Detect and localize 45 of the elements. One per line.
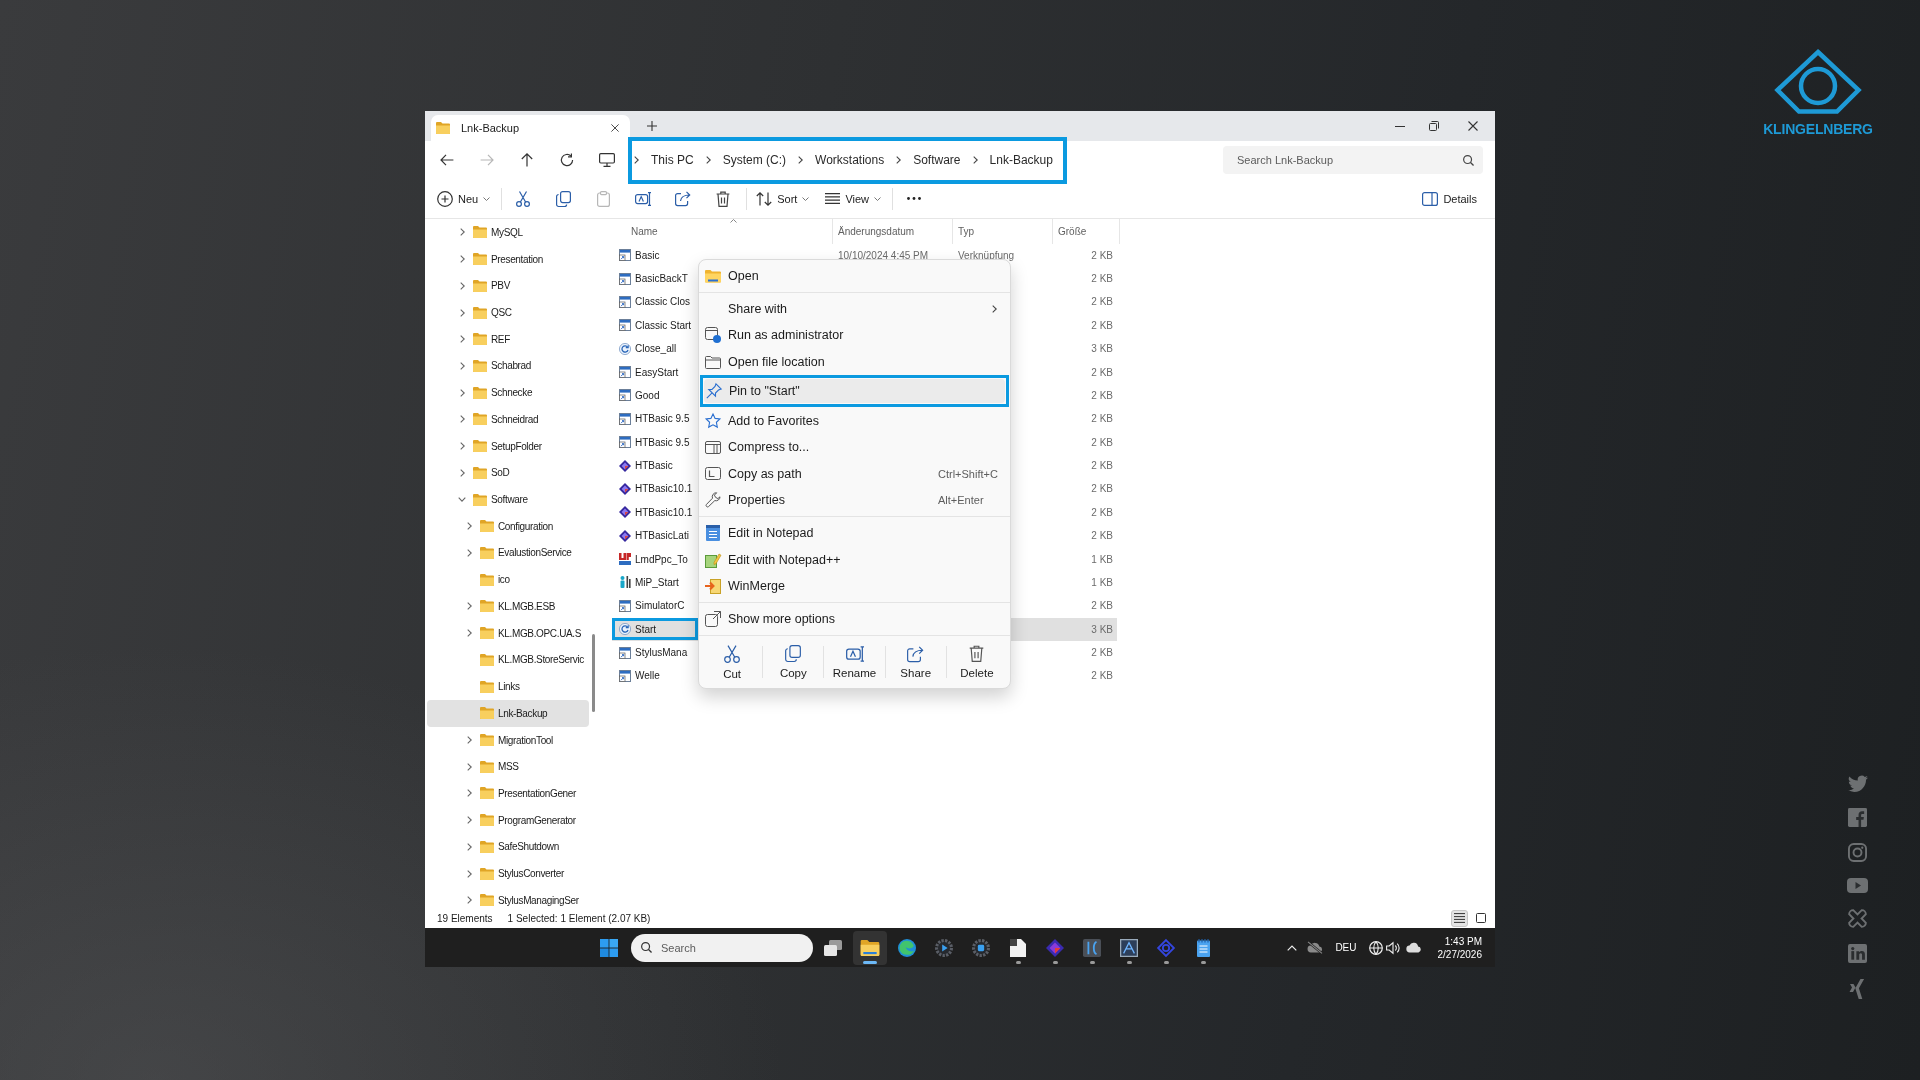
file-type: Verknüpfung — [958, 249, 1015, 261]
file-size: 2 KB — [1091, 296, 1113, 308]
file-name: Good — [635, 389, 660, 401]
file-name: Start — [635, 623, 657, 635]
file-name: BasicBackT — [635, 273, 688, 285]
file-name: Classic Start — [635, 319, 692, 331]
file-name: HTBasic 9.5 — [635, 436, 690, 448]
file-size: 2 KB — [1091, 249, 1113, 261]
file-size: 2 KB — [1091, 319, 1113, 331]
file-size: 2 KB — [1091, 366, 1113, 378]
file-name: HTBasic10.1 — [635, 506, 693, 518]
file-name: Basic — [635, 249, 660, 261]
file-size: 2 KB — [1091, 530, 1113, 542]
modified-date: 10/10/2024 4:45 PM — [838, 249, 929, 261]
file-size: 3 KB — [1091, 623, 1113, 635]
file-size: 2 KB — [1091, 670, 1113, 682]
file-name: Classic Clos — [635, 296, 690, 308]
file-size: 2 KB — [1091, 389, 1113, 401]
file-name: EasyStart — [635, 366, 679, 378]
file-size: 2 KB — [1091, 506, 1113, 518]
file-name: StylusMana — [635, 647, 688, 659]
brand-name: KLINGELNBERG — [1763, 121, 1873, 137]
file-name: SimulatorC — [635, 600, 685, 612]
file-size: 1 KB — [1091, 553, 1113, 565]
file-name: MiP_Start — [635, 576, 679, 588]
file-name: HTBasic10.1 — [635, 483, 693, 495]
shortcut-text: Alt+Enter — [938, 494, 985, 507]
file-size: 2 KB — [1091, 600, 1113, 612]
file-size: 2 KB — [1091, 483, 1113, 495]
file-size: 2 KB — [1091, 273, 1113, 285]
file-name: HTBasicLati — [635, 530, 689, 542]
file-size: 2 KB — [1091, 647, 1113, 659]
file-size: 1 KB — [1091, 576, 1113, 588]
selection-info: 1 Selected: 1 Element (2.07 KB) — [507, 912, 651, 924]
file-size: 2 KB — [1091, 460, 1113, 472]
file-size: 2 KB — [1091, 436, 1113, 448]
file-name: Close_all — [635, 343, 677, 355]
file-name: LmdPpc_To — [635, 553, 688, 565]
item-count: 19 Elements — [437, 912, 493, 924]
file-size: 2 KB — [1091, 413, 1113, 425]
file-name: Welle — [635, 670, 660, 682]
shortcut-text: Ctrl+Shift+C — [938, 467, 999, 480]
file-size: 3 KB — [1091, 343, 1113, 355]
file-name: HTBasic — [635, 460, 673, 472]
file-name: HTBasic 9.5 — [635, 413, 690, 425]
